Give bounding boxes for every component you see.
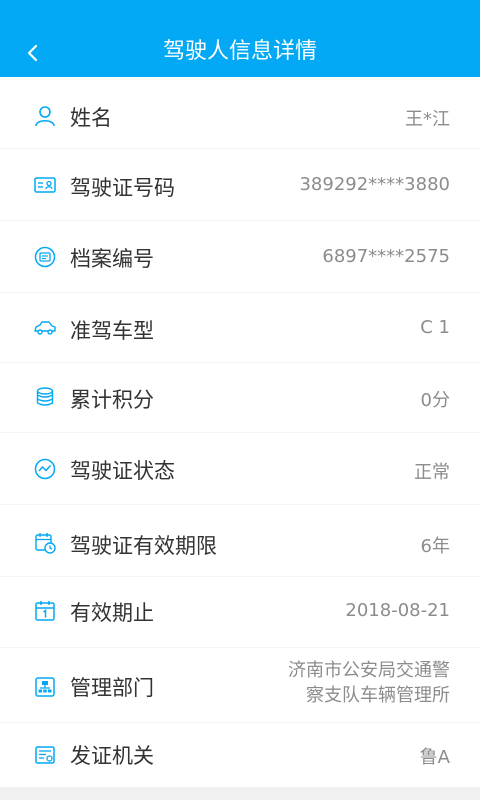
row-value: 6897****2575	[322, 246, 450, 267]
trend-icon	[33, 457, 57, 481]
info-row-license-status: 驾驶证状态 正常	[0, 433, 480, 505]
info-row-archive-number: 档案编号 6897****2575	[0, 221, 480, 293]
row-value-line: 察支队车辆管理所	[306, 685, 450, 706]
info-row-points: 累计积分 0分	[0, 363, 480, 433]
info-row-department: 管理部门 济南市公安局交通警 察支队车辆管理所	[0, 648, 480, 723]
row-value: 正常	[414, 462, 450, 483]
row-label: 驾驶证号码	[70, 176, 175, 200]
department-icon	[33, 675, 57, 699]
app-header: 驾驶人信息详情	[0, 0, 480, 77]
info-row-vehicle-class: 准驾车型 C 1	[0, 293, 480, 363]
row-value: 鲁A	[419, 747, 450, 768]
row-value: 0分	[420, 390, 450, 411]
row-value: 2018-08-21	[345, 600, 450, 621]
row-label: 姓名	[70, 106, 112, 130]
row-value: 389292****3880	[299, 174, 450, 195]
page-title: 驾驶人信息详情	[162, 39, 317, 64]
row-label: 发证机关	[70, 744, 154, 768]
archive-icon	[33, 245, 57, 269]
row-value: 6年	[420, 536, 450, 557]
calendar-icon	[33, 599, 57, 623]
calendar-clock-icon	[33, 531, 57, 555]
info-row-name: 姓名 王*江	[0, 77, 480, 149]
row-value: 王*江	[405, 109, 450, 130]
car-icon	[33, 316, 57, 340]
row-value: C 1	[420, 317, 450, 338]
row-label: 驾驶证状态	[70, 459, 175, 483]
info-row-validity-period: 驾驶证有效期限 6年	[0, 505, 480, 577]
row-label: 累计积分	[70, 388, 154, 412]
info-row-license-number: 驾驶证号码 389292****3880	[0, 149, 480, 221]
row-value: 济南市公安局交通警 察支队车辆管理所	[288, 658, 450, 708]
row-label: 准驾车型	[70, 319, 154, 343]
row-label: 档案编号	[70, 247, 154, 271]
row-label: 驾驶证有效期限	[70, 534, 217, 558]
person-icon	[33, 104, 57, 128]
bottom-divider	[0, 787, 480, 800]
row-label: 管理部门	[70, 676, 154, 700]
row-value-line: 济南市公安局交通警	[288, 660, 450, 681]
id-card-icon	[33, 173, 57, 197]
driver-info-list: 姓名 王*江 驾驶证号码 389292****3880 档案编号 6897***…	[0, 77, 480, 787]
info-row-expiry-date: 有效期止 2018-08-21	[0, 577, 480, 648]
coin-stack-icon	[33, 385, 57, 409]
row-label: 有效期止	[70, 601, 154, 625]
info-row-issuing-authority: 发证机关 鲁A	[0, 723, 480, 787]
certificate-icon	[33, 743, 57, 767]
